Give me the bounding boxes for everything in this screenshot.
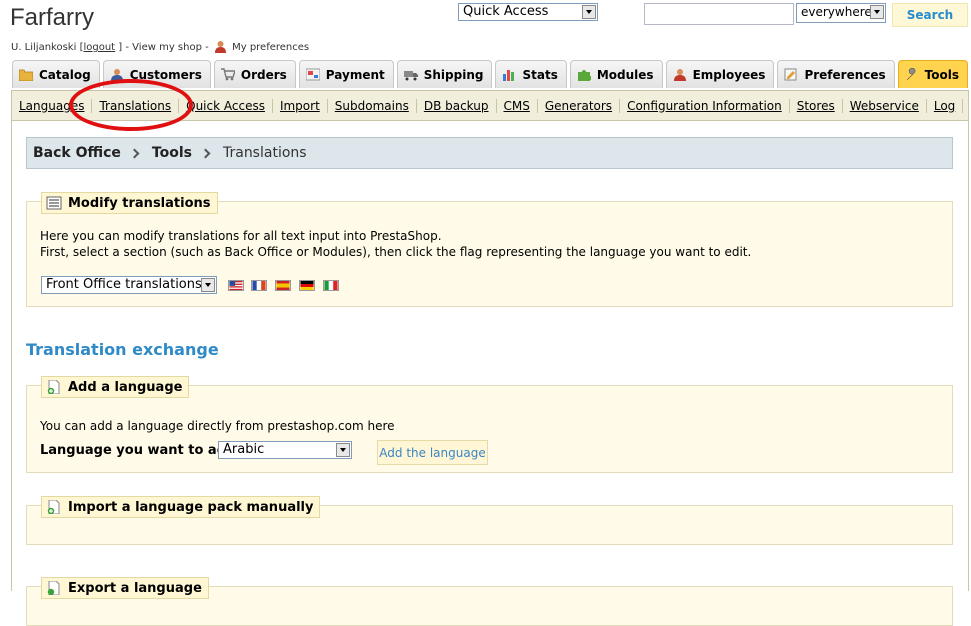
subnav-log[interactable]: Log (927, 98, 964, 113)
subnav-subdomains[interactable]: Subdomains (328, 98, 417, 113)
user-icon (214, 41, 226, 53)
wrench-icon (906, 68, 916, 81)
tab-employees[interactable]: Employees (665, 60, 775, 88)
add-language-panel: Add a language You can add a language di… (26, 376, 953, 473)
tab-catalog[interactable]: Catalog (12, 60, 100, 88)
list-icon (46, 196, 62, 210)
flag-it-icon[interactable] (323, 280, 339, 291)
flag-us-icon[interactable] (228, 280, 244, 291)
page-export-icon (47, 581, 60, 595)
annotation-circle (69, 79, 193, 131)
view-shop-link[interactable]: ] - View my shop - (118, 42, 208, 53)
tab-shipping[interactable]: Shipping (396, 60, 493, 88)
subnav-import[interactable]: Import (273, 98, 328, 113)
flag-es-icon[interactable] (275, 280, 291, 291)
import-language-pack-panel: Import a language pack manually (26, 496, 953, 545)
chevron-right-icon (200, 148, 211, 158)
modify-description-2: First, select a section (such as Back Of… (40, 245, 752, 259)
modify-translations-panel: Modify translations Here you can modify … (26, 192, 953, 307)
subnav-quick-access[interactable]: Quick Access (179, 98, 273, 113)
preferences-link[interactable]: My preferences (232, 42, 309, 53)
page-add-icon (47, 380, 60, 394)
import-language-pack-legend: Import a language pack manually (41, 496, 321, 518)
modify-description-1: Here you can modify translations for all… (40, 229, 442, 243)
export-language-panel: Export a language (26, 577, 953, 626)
search-button[interactable]: Search (892, 3, 968, 27)
chevron-down-icon (201, 278, 215, 292)
truck-icon (403, 71, 418, 81)
chart-icon (503, 70, 515, 81)
chevron-right-icon (129, 148, 140, 158)
shop-title: Farfarry (10, 4, 94, 31)
user-line: U. Liljankoski [logout ] - View my shop … (11, 41, 310, 53)
payment-icon (305, 68, 320, 81)
logout-link[interactable]: logout (83, 42, 115, 53)
preferences-icon (784, 68, 797, 81)
puzzle-icon (577, 70, 591, 81)
quick-access-select[interactable]: Quick Access (458, 3, 598, 21)
search-scope-select[interactable]: everywhere (796, 3, 886, 23)
subnav-cms[interactable]: CMS (497, 98, 538, 113)
subnav-generators[interactable]: Generators (538, 98, 621, 113)
add-language-button[interactable]: Add the language (377, 440, 488, 465)
folder-icon (19, 69, 33, 81)
subnav-stores[interactable]: Stores (790, 98, 843, 113)
translation-section-select[interactable]: Front Office translations (41, 276, 217, 294)
tab-orders[interactable]: Orders (213, 60, 296, 88)
subnav-configuration-information[interactable]: Configuration Information (620, 98, 790, 113)
chevron-down-icon (870, 5, 884, 19)
language-select[interactable]: Arabic (218, 441, 352, 459)
add-language-description: You can add a language directly from pre… (40, 419, 395, 433)
breadcrumb-current: Translations (222, 145, 307, 161)
tab-preferences[interactable]: Preferences (777, 60, 895, 88)
cart-icon (220, 68, 235, 81)
export-language-legend: Export a language (41, 577, 209, 599)
chevron-down-icon (336, 443, 350, 457)
flag-fr-icon[interactable] (251, 280, 267, 291)
chevron-down-icon (582, 5, 596, 19)
subnav-webservice[interactable]: Webservice (843, 98, 927, 113)
tab-payment[interactable]: Payment (298, 60, 394, 88)
translation-exchange-heading: Translation exchange (26, 340, 219, 359)
tab-stats[interactable]: Stats (495, 60, 567, 88)
flag-de-icon[interactable] (299, 280, 315, 291)
tab-tools[interactable]: Tools (897, 60, 969, 88)
add-language-legend: Add a language (41, 376, 190, 398)
breadcrumb: Back Office Tools Translations (26, 137, 953, 169)
breadcrumb-tools[interactable]: Tools (152, 145, 192, 161)
breadcrumb-back-office[interactable]: Back Office (33, 145, 121, 161)
tab-modules[interactable]: Modules (569, 60, 663, 88)
user-name: U. Liljankoski (11, 42, 77, 53)
modify-translations-legend: Modify translations (41, 192, 218, 214)
employee-icon (673, 69, 686, 81)
subnav-db-backup[interactable]: DB backup (417, 98, 497, 113)
search-input[interactable] (644, 3, 794, 25)
page-add-icon (47, 500, 60, 514)
language-field-label: Language you want to add: (40, 443, 241, 458)
